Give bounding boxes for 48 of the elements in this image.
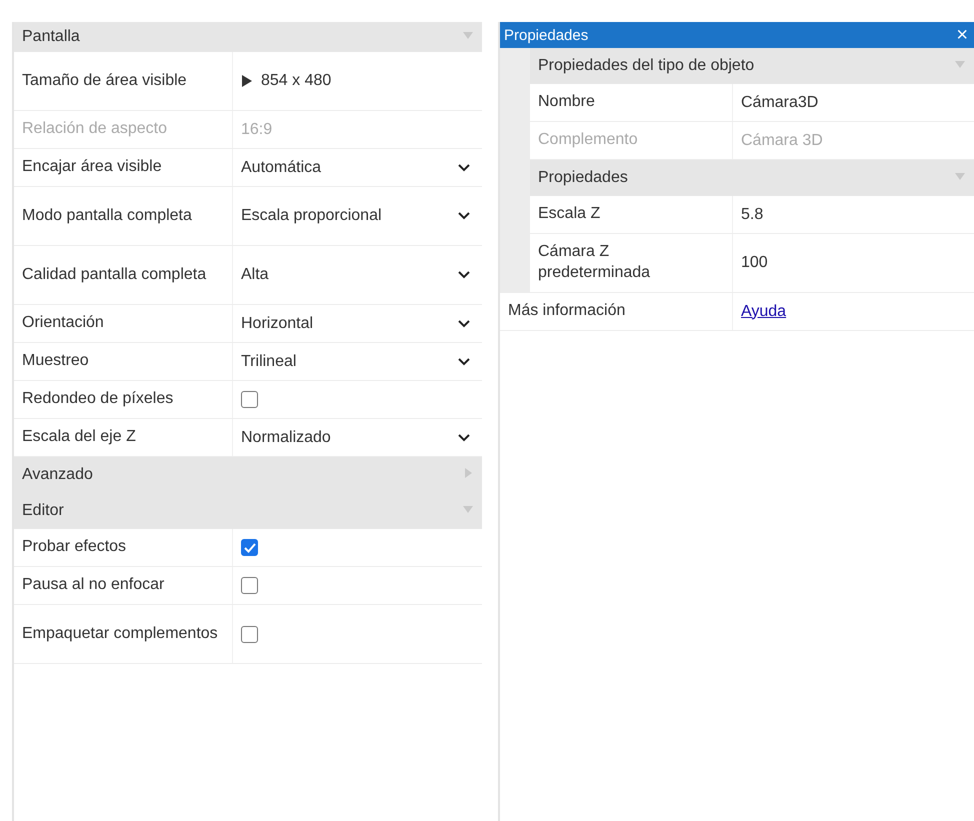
section-header[interactable]: Propiedades (530, 160, 974, 196)
property-label: Redondeo de píxeles (21, 389, 174, 410)
property-label: Escala del eje Z (21, 427, 137, 448)
panel-title: Propiedades (504, 26, 588, 44)
property-label: Calidad pantalla completa (21, 264, 208, 285)
chevron-down-icon[interactable] (458, 358, 470, 366)
close-button[interactable]: × (954, 25, 970, 45)
dropdown[interactable]: Horizontal (241, 314, 470, 332)
help-link[interactable]: Ayuda (741, 302, 786, 320)
property-value: Cámara 3D (741, 132, 824, 150)
expand-arrow-icon[interactable] (241, 74, 253, 88)
chevron-down-icon[interactable] (458, 212, 470, 220)
property-label: Escala Z (537, 204, 602, 224)
property-label: Muestreo (21, 351, 90, 372)
section-header[interactable]: Avanzado (14, 457, 482, 493)
property-label: Modo pantalla completa (21, 206, 193, 226)
property-value: 854 x 480 (261, 72, 332, 90)
chevron-down-icon[interactable] (458, 271, 470, 279)
property-label: Empaquetar complementos (21, 624, 219, 644)
property-value: 100 (741, 254, 769, 272)
checkbox[interactable] (241, 391, 258, 408)
dropdown[interactable]: Escala proporcional (241, 207, 470, 225)
property-label: Pausa al no enfocar (21, 575, 166, 596)
property-label: Relación de aspecto (21, 119, 168, 140)
property-label: Orientación (21, 313, 105, 334)
dropdown[interactable]: Normalizado (241, 428, 470, 446)
property-label: Encajar área visible (21, 157, 163, 178)
property-value: Cámara3D (741, 94, 820, 112)
property-value: 5.8 (741, 206, 764, 224)
section-header[interactable]: Propiedades del tipo de objeto (530, 48, 974, 84)
dropdown[interactable]: Alta (241, 266, 470, 284)
dropdown[interactable]: Automática (241, 158, 470, 176)
property-label: Probar efectos (21, 537, 128, 558)
chevron-down-icon[interactable] (458, 434, 470, 442)
property-label: Más información (507, 301, 626, 322)
dropdown[interactable]: Trilineal (241, 352, 470, 370)
section-header[interactable]: Pantalla (14, 22, 482, 52)
section-header[interactable]: Editor (14, 493, 482, 529)
chevron-down-icon[interactable] (458, 164, 470, 172)
checkbox[interactable] (241, 626, 258, 642)
checkbox[interactable] (241, 577, 258, 594)
checkbox[interactable] (241, 539, 258, 556)
property-label: Nombre (537, 92, 596, 112)
property-label: Complemento (537, 130, 639, 150)
chevron-down-icon[interactable] (458, 320, 470, 328)
property-label: Tamaño de área visible (21, 70, 188, 91)
property-label: Cámara Z predeterminada (537, 242, 652, 283)
property-value: 16:9 (241, 120, 274, 138)
